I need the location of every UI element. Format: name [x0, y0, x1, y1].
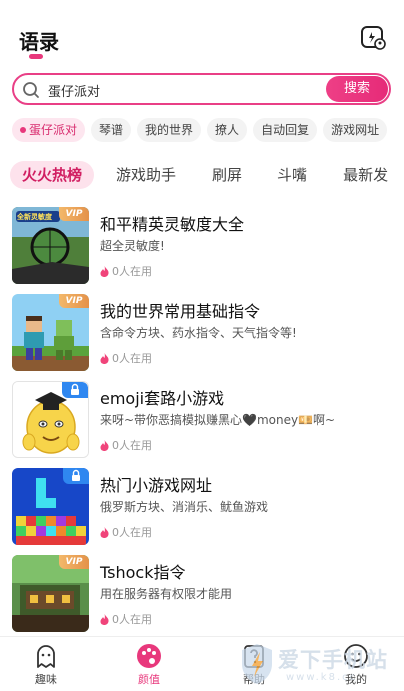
item-thumbnail	[12, 381, 89, 458]
search-button[interactable]: 搜索	[326, 76, 388, 102]
list-item[interactable]: VIP Tshock指令 用在服务器有权限才能用 0人在用	[0, 548, 404, 632]
lock-icon	[72, 469, 80, 481]
list-item[interactable]: VIP 我的世界常用基础指令 含命令方块、药水指令、天气指令等! 0人在用	[0, 287, 404, 371]
item-desc: 超全灵敏度!	[100, 239, 165, 253]
quick-tag-label: 蛋仔派对	[29, 123, 78, 137]
quick-tag[interactable]: 我的世界	[137, 118, 202, 142]
list-item[interactable]: 热门小游戏网址 俄罗斯方块、消消乐、鱿鱼游戏 0人在用	[0, 461, 404, 545]
page-title: 语录	[19, 30, 59, 54]
search-input[interactable]	[48, 79, 318, 101]
item-users-label: 0人在用	[112, 352, 152, 365]
watermark: 爱下手机站 www.k8.cc	[238, 640, 404, 688]
watermark-text: 爱下手机站	[278, 648, 388, 672]
item-thumbnail: VIP	[12, 294, 89, 371]
item-title: 我的世界常用基础指令	[100, 302, 261, 321]
quick-tag-label: 游戏网址	[331, 123, 380, 137]
item-users: 0人在用	[100, 611, 152, 627]
nav-label: 颜值	[138, 673, 160, 686]
flame-icon	[100, 526, 109, 538]
hot-dot-icon	[20, 126, 26, 133]
item-users-label: 0人在用	[112, 439, 152, 452]
flame-icon	[100, 439, 109, 451]
search-icon	[23, 82, 39, 98]
list-item[interactable]: emoji套路小游戏 来呀~带你恶搞模拟赚黑心🖤money💴啊~ 0人在用	[0, 374, 404, 458]
item-users-label: 0人在用	[112, 613, 152, 626]
palette-icon	[137, 644, 161, 668]
item-desc: 含命令方块、药水指令、天气指令等!	[100, 326, 297, 340]
item-users: 0人在用	[100, 524, 152, 540]
watermark-url: www.k8.cc	[286, 672, 358, 683]
quick-tags: 蛋仔派对 琴谱 我的世界 撩人 自动回复 游戏网址	[12, 118, 404, 144]
shield-logo-icon	[242, 644, 272, 684]
item-users: 0人在用	[100, 350, 152, 366]
tab-game-helper[interactable]: 游戏助手	[116, 161, 176, 189]
quick-tag[interactable]: 撩人	[207, 118, 248, 142]
item-desc: 用在服务器有权限才能用	[100, 587, 233, 601]
item-users-label: 0人在用	[112, 526, 152, 539]
flame-icon	[100, 352, 109, 364]
thumb-caption: 全新灵敏度	[17, 213, 52, 221]
lock-badge	[62, 382, 88, 398]
vip-badge: VIP	[59, 207, 89, 221]
ghost-icon	[37, 645, 55, 668]
item-title: 和平精英灵敏度大全	[100, 215, 245, 234]
item-desc: 来呀~带你恶搞模拟赚黑心🖤money💴啊~	[100, 413, 336, 427]
item-users: 0人在用	[100, 263, 152, 279]
item-users: 0人在用	[100, 437, 152, 453]
profile-button[interactable]	[360, 25, 386, 51]
item-thumbnail	[12, 468, 89, 545]
quick-tag[interactable]: 蛋仔派对	[12, 118, 86, 142]
item-desc: 俄罗斯方块、消消乐、鱿鱼游戏	[100, 500, 269, 514]
tab-latest[interactable]: 最新发	[343, 161, 388, 189]
search-bar: 搜索	[12, 73, 391, 105]
tab-spam[interactable]: 刷屏	[212, 161, 242, 189]
quick-tag[interactable]: 游戏网址	[323, 118, 388, 142]
quick-tag-label: 我的世界	[145, 123, 194, 137]
quick-tag-label: 撩人	[215, 123, 240, 137]
item-title: Tshock指令	[100, 563, 186, 582]
item-title: emoji套路小游戏	[100, 389, 225, 408]
quick-tag-label: 自动回复	[261, 123, 310, 137]
lock-icon	[71, 383, 79, 395]
list-item[interactable]: 全新灵敏度 VIP 和平精英灵敏度大全 超全灵敏度! 0人在用	[0, 200, 404, 284]
category-tabs: 火火热榜 游戏助手 刷屏 斗嘴 最新发	[10, 161, 404, 189]
quick-tag[interactable]: 琴谱	[91, 118, 132, 142]
item-thumbnail: 全新灵敏度 VIP	[12, 207, 89, 284]
item-users-label: 0人在用	[112, 265, 152, 278]
header: 语录	[0, 0, 404, 70]
flame-icon	[100, 265, 109, 277]
vip-badge: VIP	[59, 294, 89, 308]
item-thumbnail: VIP	[12, 555, 89, 632]
nav-looks[interactable]: 颜值	[124, 643, 174, 688]
title-underline	[29, 54, 43, 59]
flame-icon	[100, 613, 109, 625]
nav-fun[interactable]: 趣味	[21, 643, 71, 688]
lock-badge	[63, 468, 89, 484]
tab-hot[interactable]: 火火热榜	[10, 161, 95, 189]
quick-tag-label: 琴谱	[99, 123, 124, 137]
item-title: 热门小游戏网址	[100, 476, 213, 495]
user-badge-icon	[361, 26, 386, 50]
quick-tag[interactable]: 自动回复	[253, 118, 318, 142]
nav-label: 趣味	[35, 673, 57, 686]
tab-banter[interactable]: 斗嘴	[277, 161, 307, 189]
vip-badge: VIP	[59, 555, 89, 569]
